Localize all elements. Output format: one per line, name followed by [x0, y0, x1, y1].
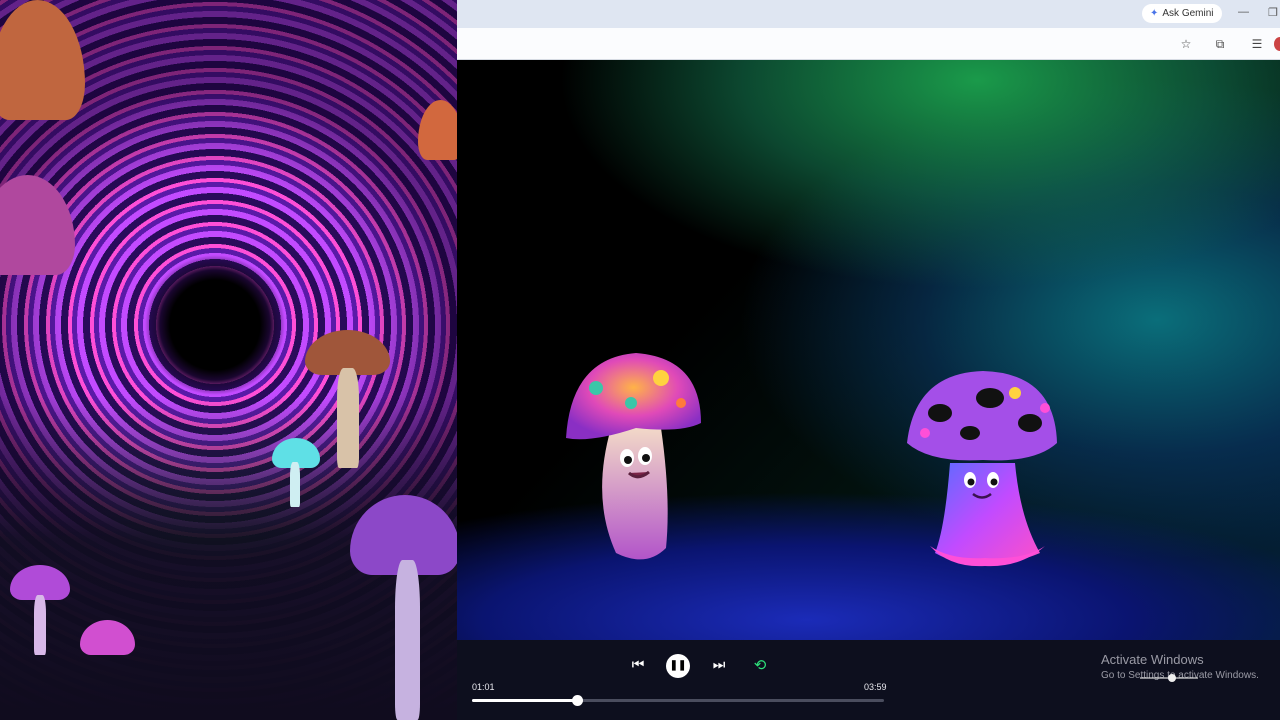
bookmark-star-icon[interactable]: ☆ [1178, 36, 1194, 52]
reading-list-icon[interactable]: ☰ [1249, 36, 1265, 52]
watermark-title: Activate Windows [1101, 652, 1204, 667]
volume-thumb[interactable] [1167, 674, 1176, 682]
mushroom-character-right [907, 371, 1057, 567]
restore-icon[interactable]: ❐ [1268, 6, 1278, 19]
profile-avatar[interactable] [1274, 37, 1280, 51]
watermark-subtitle: Go to Settings to activate Windows. [1101, 670, 1259, 681]
next-icon[interactable]: ⏭ [710, 656, 728, 676]
minimize-icon[interactable]: — [1238, 6, 1249, 18]
volume-slider[interactable] [1140, 674, 1198, 682]
repeat-icon[interactable]: ⟲ [750, 656, 770, 676]
ask-gemini-label: Ask Gemini [1162, 8, 1214, 19]
sparkle-icon: ✦ [1150, 8, 1159, 19]
ask-gemini-button[interactable]: ✦ Ask Gemini [1142, 4, 1222, 23]
mushroom-character-left [566, 353, 701, 560]
progress-fill [472, 699, 578, 702]
vortex-artwork [0, 0, 457, 720]
progress-thumb[interactable] [572, 695, 584, 706]
progress-bar[interactable] [472, 695, 884, 706]
current-time: 01:01 [472, 682, 495, 692]
video-frame[interactable] [457, 60, 1280, 640]
extensions-icon[interactable]: ⧉ [1212, 36, 1228, 52]
pause-icon[interactable]: ❚❚ [666, 654, 690, 678]
previous-icon[interactable]: ⏮ [629, 656, 647, 676]
browser-toolbar [457, 28, 1280, 60]
total-time: 03:59 [864, 682, 887, 692]
